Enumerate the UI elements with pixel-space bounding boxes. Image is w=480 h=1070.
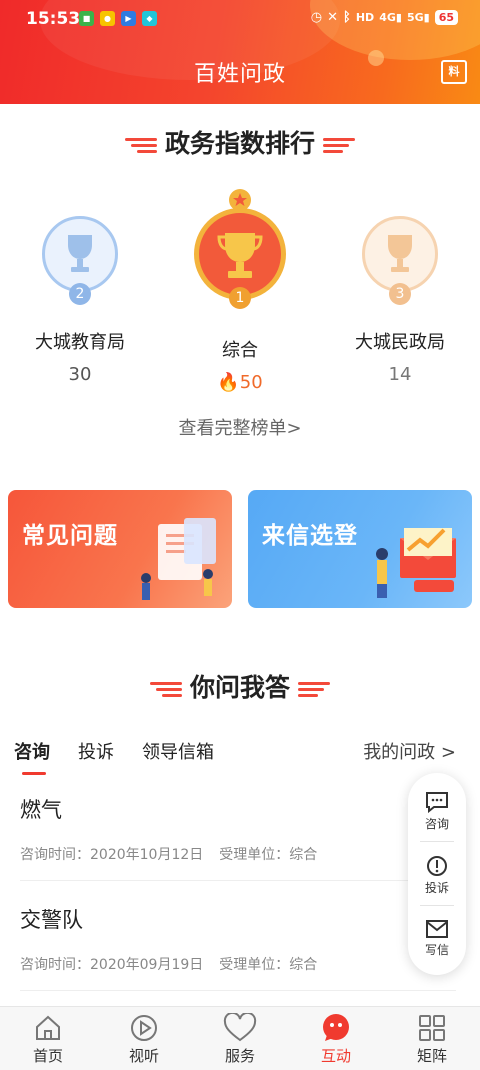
title-stripes-icon	[323, 136, 355, 154]
chat-icon	[426, 792, 448, 813]
hd-icon: HD	[355, 11, 375, 24]
item-time: 咨询时间：2020年10月12日	[20, 847, 204, 863]
rank-value: 30	[68, 364, 92, 385]
home-icon	[36, 1015, 60, 1040]
item-time: 咨询时间：2020年09月19日	[20, 957, 204, 973]
ranking-title: 政务指数排行	[0, 124, 480, 160]
divider	[20, 880, 456, 881]
view-full-ranking-link[interactable]: 查看完整榜单>	[0, 414, 480, 440]
divider	[20, 990, 456, 991]
rank-number: 3	[389, 283, 411, 305]
item-title: 交警队	[20, 908, 83, 932]
faq-banner-label: 常见问题	[22, 523, 118, 549]
my-inquiries-link[interactable]: 我的问政 >	[363, 738, 456, 764]
qa-tabs: 咨询 投诉 领导信箱	[14, 738, 214, 775]
weibo-notification-icon: ●	[100, 11, 115, 26]
float-write-letter-button[interactable]: 写信	[408, 919, 466, 958]
signal-4g-icon: 4G▮	[379, 11, 402, 24]
app-notification-icon: ■	[79, 11, 94, 26]
faq-banner[interactable]: 常见问题	[8, 490, 232, 608]
heart-icon	[223, 1013, 257, 1042]
silver-medal-icon: 2	[42, 216, 118, 305]
rank-number: 1	[229, 287, 251, 309]
interaction-icon	[323, 1014, 349, 1041]
letters-banner[interactable]: 来信选登	[248, 490, 472, 608]
mute-icon: ✕	[327, 10, 339, 25]
rank-first[interactable]: 1 综合 🔥50	[180, 182, 300, 393]
badge-star-icon	[229, 189, 251, 211]
item-unit: 受理单位：综合	[219, 847, 318, 863]
rank-name: 大城教育局	[35, 332, 125, 353]
news-tip-icon[interactable]: 料	[441, 60, 467, 84]
trophy-icon	[217, 233, 263, 278]
notification-icons: ■ ● ▶ ◆	[79, 11, 157, 26]
letters-illustration-icon	[376, 528, 456, 598]
rank-name: 综合	[222, 340, 258, 361]
bluetooth-icon: ᛒ	[343, 10, 351, 25]
item-unit: 受理单位：综合	[219, 957, 318, 973]
letters-banner-label: 来信选登	[262, 523, 358, 549]
banner-section: 常见问题 来信选登	[0, 470, 480, 630]
title-stripes-icon	[124, 136, 157, 154]
fire-icon: 🔥	[217, 372, 240, 393]
alarm-icon: ◷	[310, 10, 323, 25]
floating-action-panel: 咨询 投诉 写信	[408, 773, 466, 975]
rank-value: 14	[388, 364, 412, 385]
alert-icon	[427, 856, 447, 876]
play-icon	[131, 1015, 157, 1041]
title-stripes-icon	[149, 680, 182, 698]
envelope-icon	[426, 920, 448, 938]
item-title: 燃气	[20, 798, 62, 822]
divider	[420, 841, 454, 842]
list-item[interactable]: 交警队 咨询时间：2020年09月19日 受理单位：综合	[20, 904, 456, 974]
gold-medal-icon: 1	[194, 189, 286, 309]
float-complaint-button[interactable]: 投诉	[408, 855, 466, 896]
rank-second[interactable]: 2 大城教育局 30	[20, 216, 140, 385]
grid-icon	[419, 1015, 445, 1041]
qa-title: 你问我答	[0, 668, 480, 704]
app-notification-icon: ▶	[121, 11, 136, 26]
status-bar: 15:53 ■ ● ▶ ◆ ◷ ✕ ᛒ HD 4G▮ 5G▮ 65	[0, 0, 480, 38]
title-stripes-icon	[298, 680, 330, 698]
rank-value: 🔥50	[217, 372, 263, 393]
nav-service[interactable]: 服务	[192, 1013, 288, 1066]
page-title: 百姓问政	[193, 62, 286, 87]
bottom-navigation: 首页 视听 服务 互动 矩阵	[0, 1006, 480, 1070]
signal-5g-icon: 5G▮	[406, 11, 430, 24]
float-consult-button[interactable]: 咨询	[408, 791, 466, 832]
rank-third[interactable]: 3 大城民政局 14	[340, 216, 460, 385]
nav-interaction[interactable]: 互动	[288, 1013, 384, 1066]
tab-complaint[interactable]: 投诉	[78, 738, 114, 764]
nav-home[interactable]: 首页	[0, 1013, 96, 1066]
rank-number: 2	[69, 283, 91, 305]
ranking-section: 政务指数排行 2 大城教育局 30 1 综合 🔥50 3 大城民政局 14 查看…	[0, 104, 480, 470]
faq-illustration-icon	[141, 518, 216, 600]
nav-video[interactable]: 视听	[96, 1013, 192, 1066]
app-notification-icon: ◆	[142, 11, 157, 26]
divider	[420, 905, 454, 906]
trophy-icon	[388, 235, 412, 272]
nav-matrix[interactable]: 矩阵	[384, 1013, 480, 1066]
trophy-icon	[68, 235, 92, 272]
battery-icon: 65	[434, 10, 458, 25]
item-meta: 咨询时间：2020年09月19日 受理单位：综合	[20, 954, 456, 974]
bronze-medal-icon: 3	[362, 216, 438, 305]
app-header: 15:53 ■ ● ▶ ◆ ◷ ✕ ᛒ HD 4G▮ 5G▮ 65 百姓问政 料	[0, 0, 480, 104]
tab-leader-mailbox[interactable]: 领导信箱	[142, 738, 214, 764]
status-time: 15:53	[26, 9, 81, 29]
item-meta: 咨询时间：2020年10月12日 受理单位：综合	[20, 844, 456, 864]
tab-consult[interactable]: 咨询	[14, 738, 50, 775]
system-status-icons: ◷ ✕ ᛒ HD 4G▮ 5G▮ 65	[311, 10, 458, 25]
rank-name: 大城民政局	[355, 332, 445, 353]
list-item[interactable]: 燃气 咨询时间：2020年10月12日 受理单位：综合	[20, 794, 456, 864]
